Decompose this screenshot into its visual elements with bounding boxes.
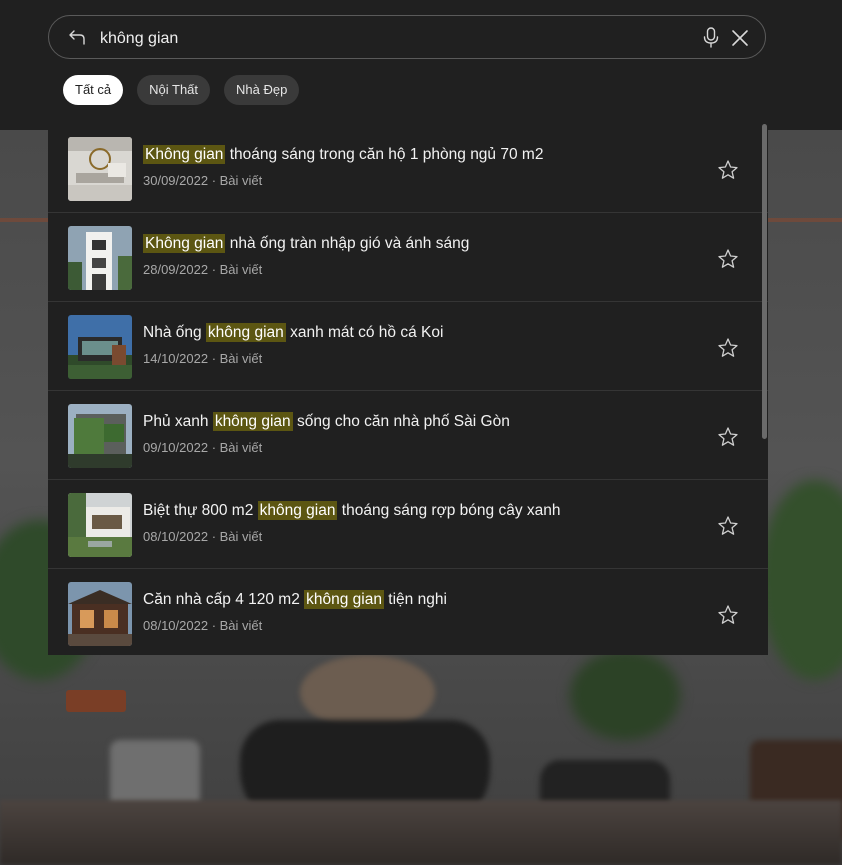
result-meta: 09/10/2022 · Bài viết [143,440,263,455]
background-plant [570,650,680,740]
search-highlight: không gian [257,501,338,520]
search-highlight: Không gian [143,234,226,253]
back-arrow-icon[interactable] [67,28,87,48]
result-meta: 08/10/2022 · Bài viết [143,529,263,544]
background-badge [66,690,126,712]
result-thumbnail [68,404,132,468]
search-results-panel: Không gian thoáng sáng trong căn hộ 1 ph… [48,124,768,655]
star-outline-icon[interactable] [717,604,739,626]
star-outline-icon[interactable] [717,337,739,359]
star-outline-icon[interactable] [717,515,739,537]
search-highlight: không gian [212,412,293,431]
result-title[interactable]: Phủ xanh không gian sống cho căn nhà phố… [143,412,510,431]
background-shelf [0,800,842,865]
star-outline-icon[interactable] [717,248,739,270]
result-title[interactable]: Không gian nhà ống tràn nhập gió và ánh … [143,234,469,253]
filter-chips: Tất cả Nội Thất Nhà Đẹp [63,75,300,105]
result-item[interactable]: Phủ xanh không gian sống cho căn nhà phố… [48,391,768,480]
search-highlight: không gian [304,590,384,609]
search-input[interactable] [98,26,682,52]
filter-chip-all[interactable]: Tất cả [63,75,124,105]
result-item[interactable]: Biệt thự 800 m2 không gian thoáng sáng r… [48,480,768,569]
search-bar [48,15,766,59]
result-item[interactable]: Nhà ống không gian xanh mát có hồ cá Koi… [48,302,768,391]
star-outline-icon[interactable] [717,426,739,448]
results-scrollbar-thumb[interactable] [762,124,767,439]
star-outline-icon[interactable] [717,159,739,181]
result-thumbnail [68,493,132,557]
result-title[interactable]: Không gian thoáng sáng trong căn hộ 1 ph… [143,145,543,164]
result-meta: 28/09/2022 · Bài viết [143,262,263,277]
result-title[interactable]: Nhà ống không gian xanh mát có hồ cá Koi [143,323,443,342]
filter-chip-interior[interactable]: Nội Thất [137,75,211,105]
result-thumbnail [68,582,132,646]
result-meta: 08/10/2022 · Bài viết [143,618,263,633]
result-item[interactable]: Căn nhà cấp 4 120 m2 không gian tiện ngh… [48,569,768,655]
result-meta: 14/10/2022 · Bài viết [143,351,263,366]
background-rock [300,655,435,730]
result-item[interactable]: Không gian nhà ống tràn nhập gió và ánh … [48,213,768,302]
microphone-icon[interactable] [701,27,721,49]
result-meta: 30/09/2022 · Bài viết [143,173,263,188]
close-icon[interactable] [730,28,750,48]
filter-chip-beautiful-houses[interactable]: Nhà Đẹp [224,75,300,105]
result-thumbnail [68,315,132,379]
result-title[interactable]: Biệt thự 800 m2 không gian thoáng sáng r… [143,501,561,520]
result-thumbnail [68,137,132,201]
result-thumbnail [68,226,132,290]
search-highlight: không gian [205,323,286,342]
result-title[interactable]: Căn nhà cấp 4 120 m2 không gian tiện ngh… [143,590,447,609]
search-highlight: Không gian [143,145,226,164]
result-item[interactable]: Không gian thoáng sáng trong căn hộ 1 ph… [48,124,768,213]
